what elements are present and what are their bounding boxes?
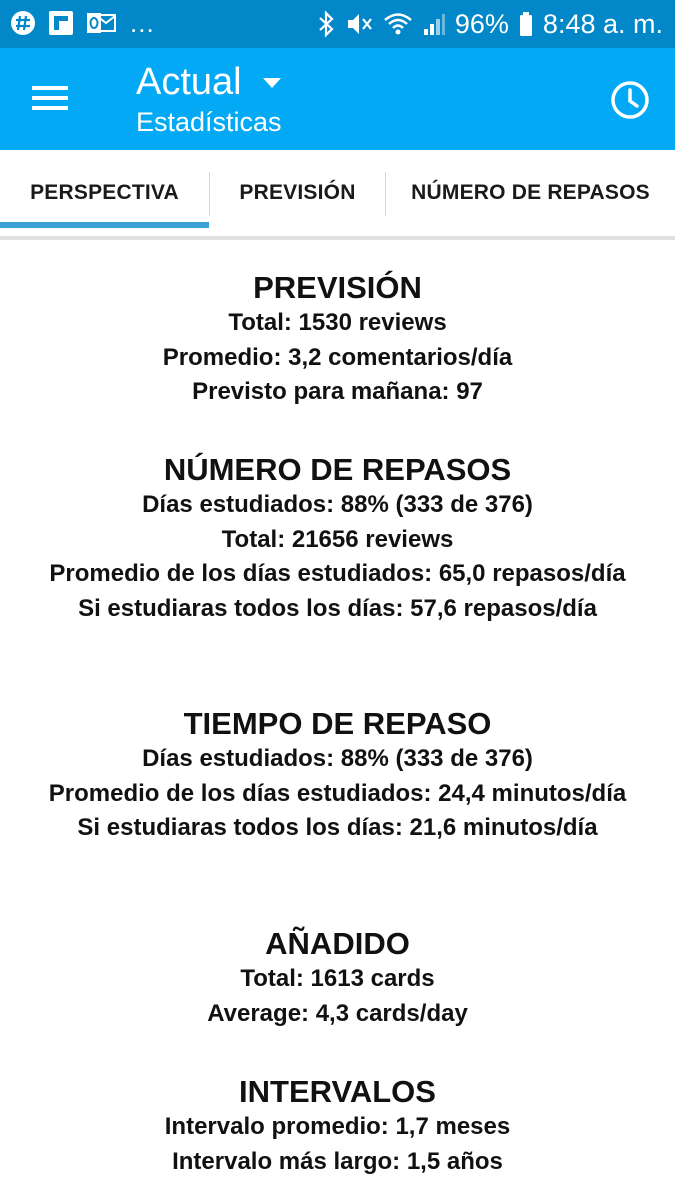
forecast-section: PREVISIÓN Total: 1530 reviews Promedio: …: [0, 270, 675, 410]
stat-line: Total: 21656 reviews: [221, 525, 454, 553]
bluetooth-icon: [319, 10, 334, 38]
wifi-icon: [384, 13, 412, 35]
stat-line: Promedio de los días estudiados: 24,4 mi…: [48, 779, 627, 807]
battery-icon: [519, 12, 532, 36]
slack-icon: [11, 11, 35, 35]
dropdown-arrow-icon: [262, 78, 281, 88]
stat-line: Días estudiados: 88% (333 de 376): [142, 745, 533, 772]
stat-line: Días estudiados: 88% (333 de 376): [142, 491, 533, 518]
section-title: NÚMERO DE REPASOS: [163, 452, 512, 487]
app-bar: Actual Estadísticas: [0, 48, 675, 150]
stat-line: Intervalo promedio: 1,7 meses: [164, 1113, 511, 1140]
app-subtitle: Estadísticas: [136, 107, 282, 137]
review-count-section: NÚMERO DE REPASOS Días estudiados: 88% (…: [0, 452, 675, 626]
section-title: TIEMPO DE REPASO: [183, 706, 492, 741]
review-time-section: TIEMPO DE REPASO Días estudiados: 88% (3…: [0, 706, 675, 846]
stat-line: Average: 4,3 cards/day: [207, 999, 468, 1027]
stat-line: Si estudiaras todos los días: 21,6 minut…: [77, 814, 598, 841]
stat-line: Intervalo más largo: 1,5 años: [172, 1147, 503, 1175]
battery-percentage: 96%: [454, 9, 509, 39]
stat-line: Previsto para mañana: 97: [192, 378, 483, 405]
app-title: Actual: [136, 61, 242, 103]
selected-tab-indicator: [0, 222, 209, 228]
flipboard-icon: [49, 11, 73, 35]
outlook-icon: [87, 13, 116, 33]
status-bar: ... 96% 8:48 a. m.: [0, 0, 675, 48]
hamburger-menu-icon: [32, 86, 68, 110]
section-title: AÑADIDO: [265, 926, 410, 961]
signal-icon: [423, 14, 445, 35]
stat-line: Total: 1613 cards: [240, 965, 435, 992]
more-notifications-indicator: ...: [130, 8, 155, 38]
tab-prevision[interactable]: PREVISIÓN: [210, 150, 385, 236]
stat-line: Si estudiaras todos los días: 57,6 repas…: [78, 594, 597, 622]
clock-icon: [611, 81, 649, 119]
status-bar-system: 96% 8:48 a. m.: [317, 6, 663, 42]
mute-icon: [347, 14, 372, 34]
menu-button[interactable]: [30, 78, 74, 118]
tab-numero-de-repasos[interactable]: NÚMERO DE REPASOS: [386, 150, 675, 236]
added-section: AÑADIDO Total: 1613 cards Average: 4,3 c…: [0, 926, 675, 1031]
status-bar-notifications: ...: [10, 10, 155, 36]
stat-line: Promedio de los días estudiados: 65,0 re…: [49, 560, 626, 587]
section-title: PREVISIÓN: [253, 270, 422, 305]
section-title: INTERVALOS: [239, 1074, 436, 1109]
intervals-section: INTERVALOS Intervalo promedio: 1,7 meses…: [0, 1074, 675, 1179]
stat-line: Promedio: 3,2 comentarios/día: [162, 343, 513, 371]
deck-selector[interactable]: Actual Estadísticas: [136, 60, 282, 138]
clock: 8:48 a. m.: [542, 9, 663, 39]
time-range-button[interactable]: [608, 78, 652, 122]
stat-line: Total: 1530 reviews: [228, 309, 447, 336]
